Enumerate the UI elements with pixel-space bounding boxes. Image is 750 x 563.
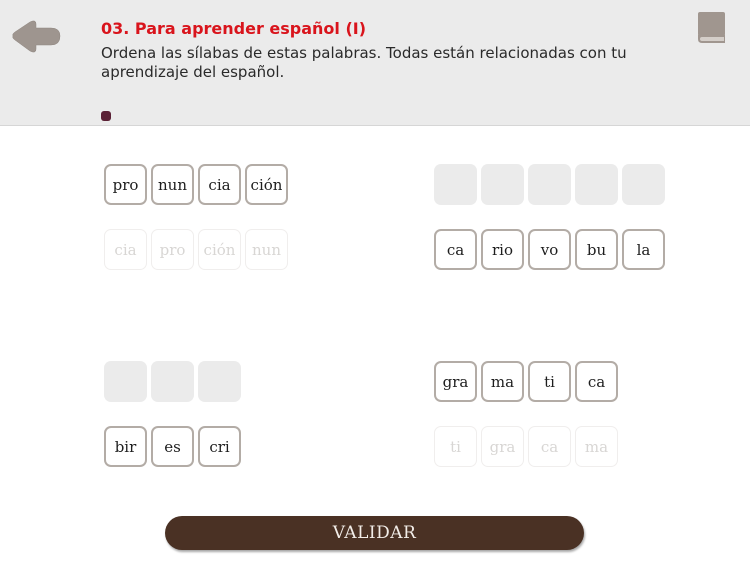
progress-indicator bbox=[101, 111, 111, 121]
answer-row: pro nun cia ción bbox=[104, 164, 288, 205]
empty-slot[interactable] bbox=[481, 164, 524, 205]
empty-slot[interactable] bbox=[151, 361, 194, 402]
used-syllable-tile: ti bbox=[434, 426, 477, 467]
empty-slot[interactable] bbox=[104, 361, 147, 402]
answer-tile[interactable]: gra bbox=[434, 361, 477, 402]
empty-slot[interactable] bbox=[198, 361, 241, 402]
exercise-pronunciacion: pro nun cia ción cia pro ción nun bbox=[104, 164, 288, 270]
page-title: 03. Para aprender español (I) bbox=[101, 19, 367, 38]
answer-tile[interactable]: pro bbox=[104, 164, 147, 205]
syllable-tile[interactable]: ca bbox=[434, 229, 477, 270]
answer-row: gra ma ti ca bbox=[434, 361, 618, 402]
answer-tile[interactable]: ma bbox=[481, 361, 524, 402]
syllable-tile[interactable]: es bbox=[151, 426, 194, 467]
syllable-tile[interactable]: rio bbox=[481, 229, 524, 270]
back-button[interactable] bbox=[10, 18, 64, 56]
empty-slot[interactable] bbox=[575, 164, 618, 205]
instructions-text: Ordena las sílabas de estas palabras. To… bbox=[101, 44, 627, 81]
exercise-escribir: bir es cri bbox=[104, 361, 241, 467]
source-row: cia pro ción nun bbox=[104, 229, 288, 270]
answer-tile[interactable]: nun bbox=[151, 164, 194, 205]
syllable-tile[interactable]: la bbox=[622, 229, 665, 270]
source-row: ti gra ca ma bbox=[434, 426, 618, 467]
syllable-tile[interactable]: cri bbox=[198, 426, 241, 467]
answer-row bbox=[104, 361, 241, 402]
empty-slot[interactable] bbox=[622, 164, 665, 205]
used-syllable-tile: ción bbox=[198, 229, 241, 270]
syllable-tile[interactable]: vo bbox=[528, 229, 571, 270]
exercise-vocabulario: ca rio vo bu la bbox=[434, 164, 665, 270]
arrow-left-icon bbox=[12, 20, 61, 53]
answer-tile[interactable]: cia bbox=[198, 164, 241, 205]
used-syllable-tile: nun bbox=[245, 229, 288, 270]
validate-button[interactable]: VALIDAR bbox=[165, 516, 584, 550]
used-syllable-tile: ca bbox=[528, 426, 571, 467]
answer-tile[interactable]: ción bbox=[245, 164, 288, 205]
used-syllable-tile: pro bbox=[151, 229, 194, 270]
used-syllable-tile: ma bbox=[575, 426, 618, 467]
source-row: bir es cri bbox=[104, 426, 241, 467]
syllable-tile[interactable]: bu bbox=[575, 229, 618, 270]
syllable-tile[interactable]: bir bbox=[104, 426, 147, 467]
empty-slot[interactable] bbox=[528, 164, 571, 205]
exercise-gramatica: gra ma ti ca ti gra ca ma bbox=[434, 361, 618, 467]
answer-tile[interactable]: ti bbox=[528, 361, 571, 402]
used-syllable-tile: gra bbox=[481, 426, 524, 467]
used-syllable-tile: cia bbox=[104, 229, 147, 270]
header: 03. Para aprender español (I) Ordena las… bbox=[0, 0, 750, 126]
source-row: ca rio vo bu la bbox=[434, 229, 665, 270]
answer-tile[interactable]: ca bbox=[575, 361, 618, 402]
answer-row bbox=[434, 164, 665, 205]
book-icon bbox=[698, 12, 725, 43]
empty-slot[interactable] bbox=[434, 164, 477, 205]
book-button[interactable] bbox=[697, 11, 727, 44]
